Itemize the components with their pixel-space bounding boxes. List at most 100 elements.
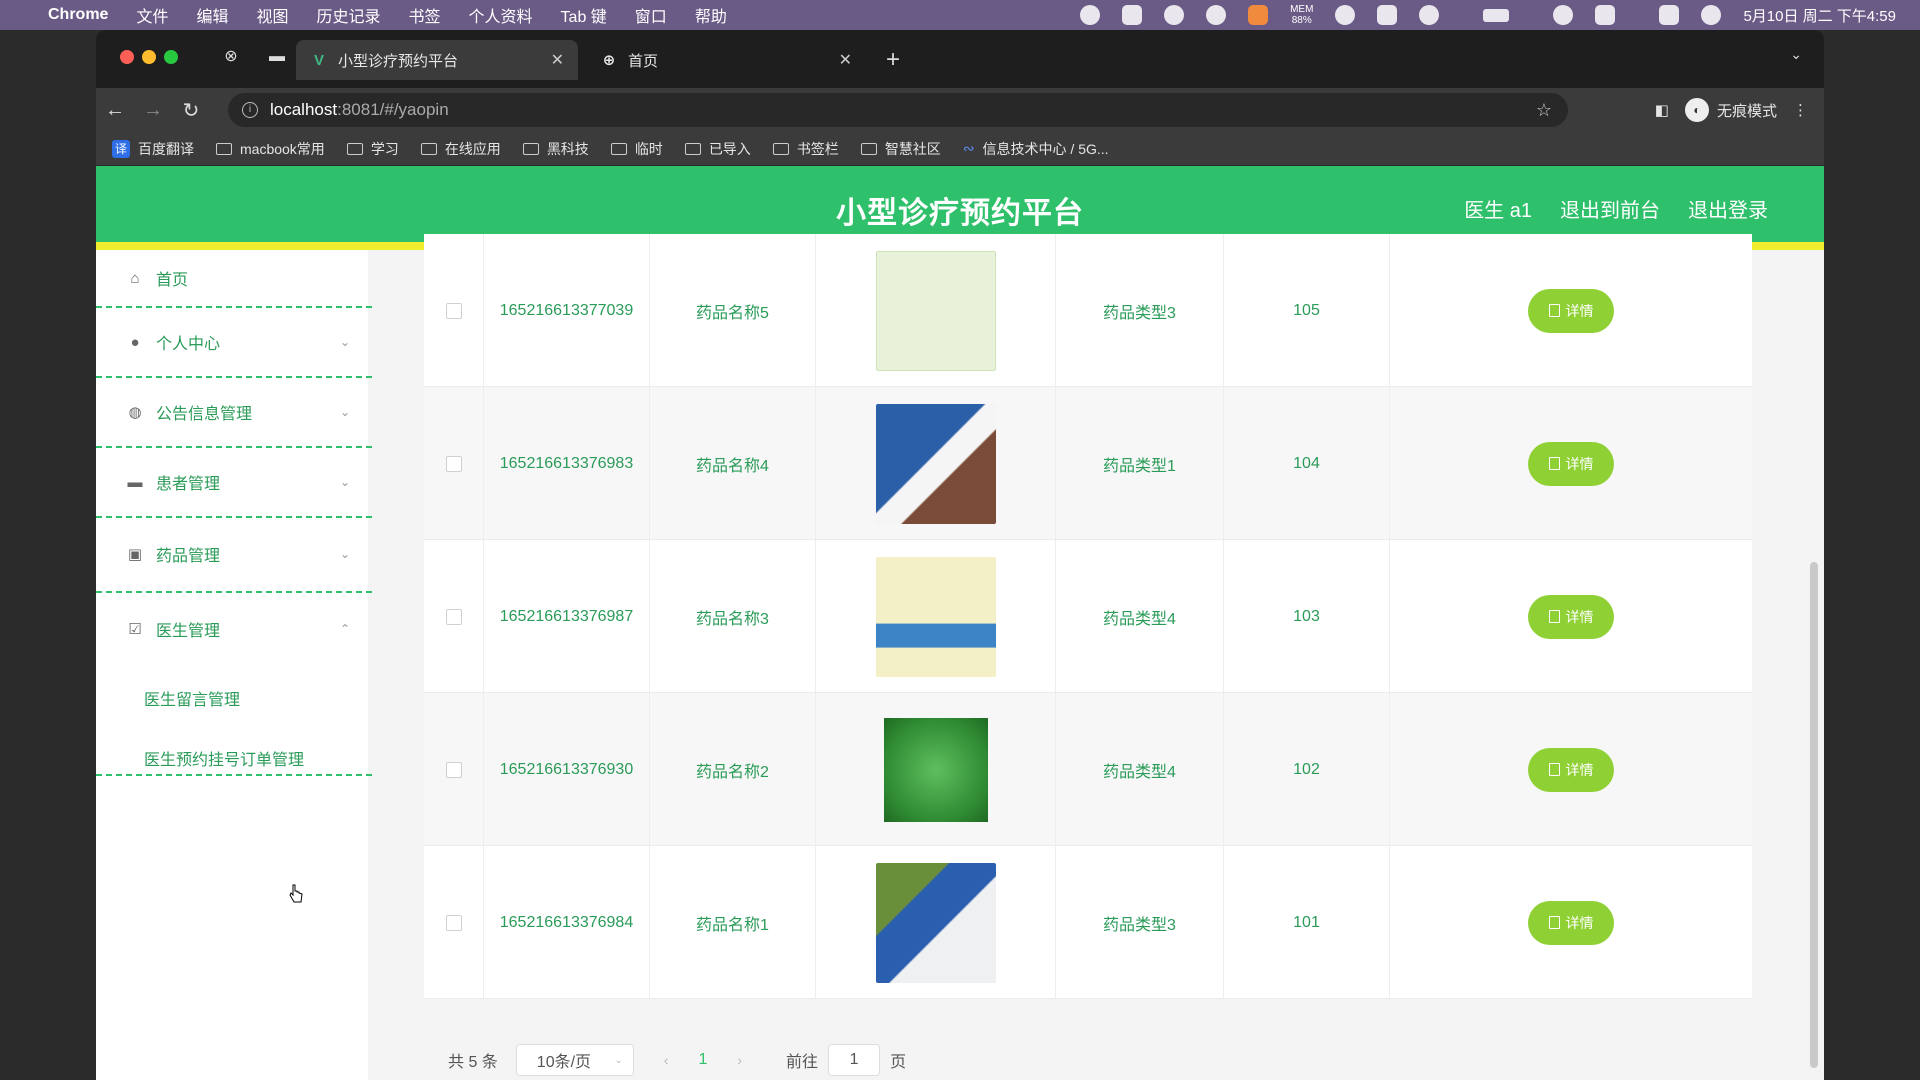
more-menu-icon[interactable]: ⋮ — [1793, 101, 1808, 119]
medicine-type: 药品类型3 — [1056, 234, 1224, 387]
bookmark-star-icon[interactable]: ☆ — [1536, 100, 1552, 121]
tab-inactive[interactable]: ⊕ 首页 ✕ — [586, 40, 866, 80]
bookmark-item[interactable]: ∾ 信息技术中心 / 5G... — [963, 139, 1109, 159]
side-panel-icon[interactable]: ◧ — [1655, 101, 1669, 119]
new-tab-button[interactable]: + — [886, 46, 900, 74]
medicine-name: 药品名称2 — [650, 693, 816, 846]
user-menu-icon[interactable] — [1553, 5, 1574, 25]
bookmark-folder[interactable]: 书签栏 — [772, 139, 839, 159]
bookmark-folder[interactable]: 学习 — [346, 139, 399, 159]
action-cell: 详情 — [1390, 693, 1752, 846]
app-icon[interactable] — [1122, 5, 1143, 25]
menu-bookmarks[interactable]: 书签 — [409, 3, 441, 27]
bookmark-label: 在线应用 — [444, 140, 501, 157]
bell-icon[interactable] — [1164, 5, 1185, 25]
sidebar-item-doctor[interactable]: ☑ 医生管理 ⌃ — [96, 593, 372, 665]
forward-button[interactable]: → — [134, 99, 172, 122]
page-size-select[interactable]: 10条/页 ⌄ — [515, 1044, 634, 1076]
menu-tab[interactable]: Tab 键 — [561, 3, 607, 27]
medicine-image[interactable] — [875, 556, 996, 677]
row-checkbox[interactable] — [445, 455, 462, 472]
row-checkbox[interactable] — [445, 914, 462, 931]
site-info-icon[interactable]: i — [242, 102, 258, 118]
translate-icon: 译 — [112, 139, 130, 158]
detail-button[interactable]: 详情 — [1528, 441, 1614, 486]
back-button[interactable]: ← — [96, 99, 134, 122]
detail-button[interactable]: 详情 — [1528, 747, 1614, 792]
siri-icon[interactable] — [1701, 5, 1722, 25]
app-s-icon[interactable] — [1595, 5, 1616, 25]
close-tab-icon[interactable]: ✕ — [839, 50, 852, 70]
next-page-button[interactable]: › — [737, 1052, 742, 1068]
logout-link[interactable]: 退出登录 — [1688, 194, 1768, 223]
medicine-no: 105 — [1224, 234, 1390, 387]
sidebar-item-patient[interactable]: ▬ 患者管理 ⌄ — [96, 448, 372, 516]
sidebar-item-home[interactable]: ⌂ 首页 — [96, 250, 372, 306]
medicine-image-cell — [816, 540, 1056, 693]
row-checkbox[interactable] — [445, 302, 462, 319]
control-center-icon[interactable] — [1659, 5, 1680, 25]
medicine-image[interactable] — [875, 709, 996, 830]
medicine-id: 165216613376930 — [484, 693, 650, 846]
menu-edit[interactable]: 编辑 — [196, 3, 228, 27]
patient-icon: ▬ — [127, 473, 143, 491]
folder-icon — [772, 142, 789, 155]
medicine-image[interactable] — [875, 250, 996, 371]
row-checkbox[interactable] — [445, 761, 462, 778]
bookmark-folder[interactable]: 智慧社区 — [860, 139, 941, 159]
row-checkbox[interactable] — [445, 608, 462, 625]
bookmark-folder[interactable]: 黑科技 — [522, 139, 589, 159]
sidebar-item-notice[interactable]: ◍ 公告信息管理 ⌄ — [96, 378, 372, 446]
detail-button[interactable]: 详情 — [1528, 594, 1614, 639]
medicine-image[interactable] — [875, 862, 996, 983]
tab-active[interactable]: V 小型诊疗预约平台 ✕ — [296, 40, 578, 80]
menu-help[interactable]: 帮助 — [695, 3, 727, 27]
menu-window[interactable]: 窗口 — [635, 3, 667, 27]
incognito-indicator[interactable]: ◐ 无痕模式 — [1684, 98, 1777, 122]
close-tab-icon[interactable]: ✕ — [551, 50, 564, 70]
bookmark-item[interactable]: 译百度翻译 — [112, 139, 194, 159]
bookmark-folder[interactable]: 在线应用 — [420, 139, 501, 159]
address-bar[interactable]: i localhost :8081/#/yaopin ☆ — [228, 93, 1568, 127]
goto-page-input[interactable]: 1 — [828, 1044, 881, 1076]
prev-page-button[interactable]: ‹ — [664, 1052, 669, 1068]
menu-view[interactable]: 视图 — [256, 3, 288, 27]
bookmark-folder[interactable]: 临时 — [610, 139, 663, 159]
page: 小型诊疗预约平台 医生 a1 退出到前台 退出登录 ⌂ 首页 ● 个人中心 ⌄ … — [96, 166, 1824, 1080]
sidebar-subitem-doctor-message[interactable]: 医生留言管理 — [144, 686, 240, 710]
scrollbar[interactable] — [1810, 562, 1818, 1068]
clock[interactable]: 5月10日 周二 下午4:59 — [1743, 5, 1896, 26]
to-front-link[interactable]: 退出到前台 — [1560, 194, 1660, 223]
menu-history[interactable]: 历史记录 — [317, 3, 381, 27]
medicine-image[interactable] — [875, 403, 996, 524]
sidebar-subitem-doctor-orders[interactable]: 医生预约挂号订单管理 — [144, 746, 304, 770]
battery-icon[interactable] — [1483, 8, 1510, 22]
bookmark-folder[interactable]: 已导入 — [684, 139, 751, 159]
chat-icon[interactable] — [1206, 5, 1227, 25]
minimize-window-button[interactable] — [142, 50, 156, 64]
reload-button[interactable]: ↻ — [172, 98, 210, 123]
page-number[interactable]: 1 — [698, 1051, 707, 1069]
bookmark-label: 已导入 — [708, 140, 751, 157]
menu-profile[interactable]: 个人资料 — [469, 3, 533, 27]
menu-chrome[interactable]: Chrome — [48, 6, 108, 24]
bookmark-label: 临时 — [634, 140, 663, 157]
tab-groups-icon[interactable]: ▬ — [268, 48, 286, 66]
zoom-window-button[interactable] — [164, 50, 178, 64]
menu-file[interactable]: 文件 — [136, 3, 168, 27]
tab-search-icon[interactable]: ⊗ — [222, 48, 240, 66]
chevron-up-icon: ⌃ — [339, 622, 350, 636]
tools-icon[interactable] — [1419, 5, 1440, 25]
password-icon[interactable] — [1335, 5, 1356, 25]
detail-button[interactable]: 详情 — [1528, 900, 1614, 945]
close-window-button[interactable] — [120, 50, 134, 64]
chevron-down-icon[interactable]: ⌄ — [1790, 46, 1802, 63]
bookmark-folder[interactable]: macbook常用 — [216, 139, 325, 159]
sidebar-item-personal[interactable]: ● 个人中心 ⌄ — [96, 308, 372, 376]
sidebar-item-medicine[interactable]: ▣ 药品管理 ⌄ — [96, 518, 372, 590]
detail-button[interactable]: 详情 — [1528, 288, 1614, 333]
app-orange-icon[interactable] — [1248, 5, 1269, 25]
record-icon[interactable] — [1080, 5, 1101, 25]
memory-indicator[interactable]: MEM 88% — [1290, 4, 1313, 26]
window-icon[interactable] — [1377, 5, 1398, 25]
